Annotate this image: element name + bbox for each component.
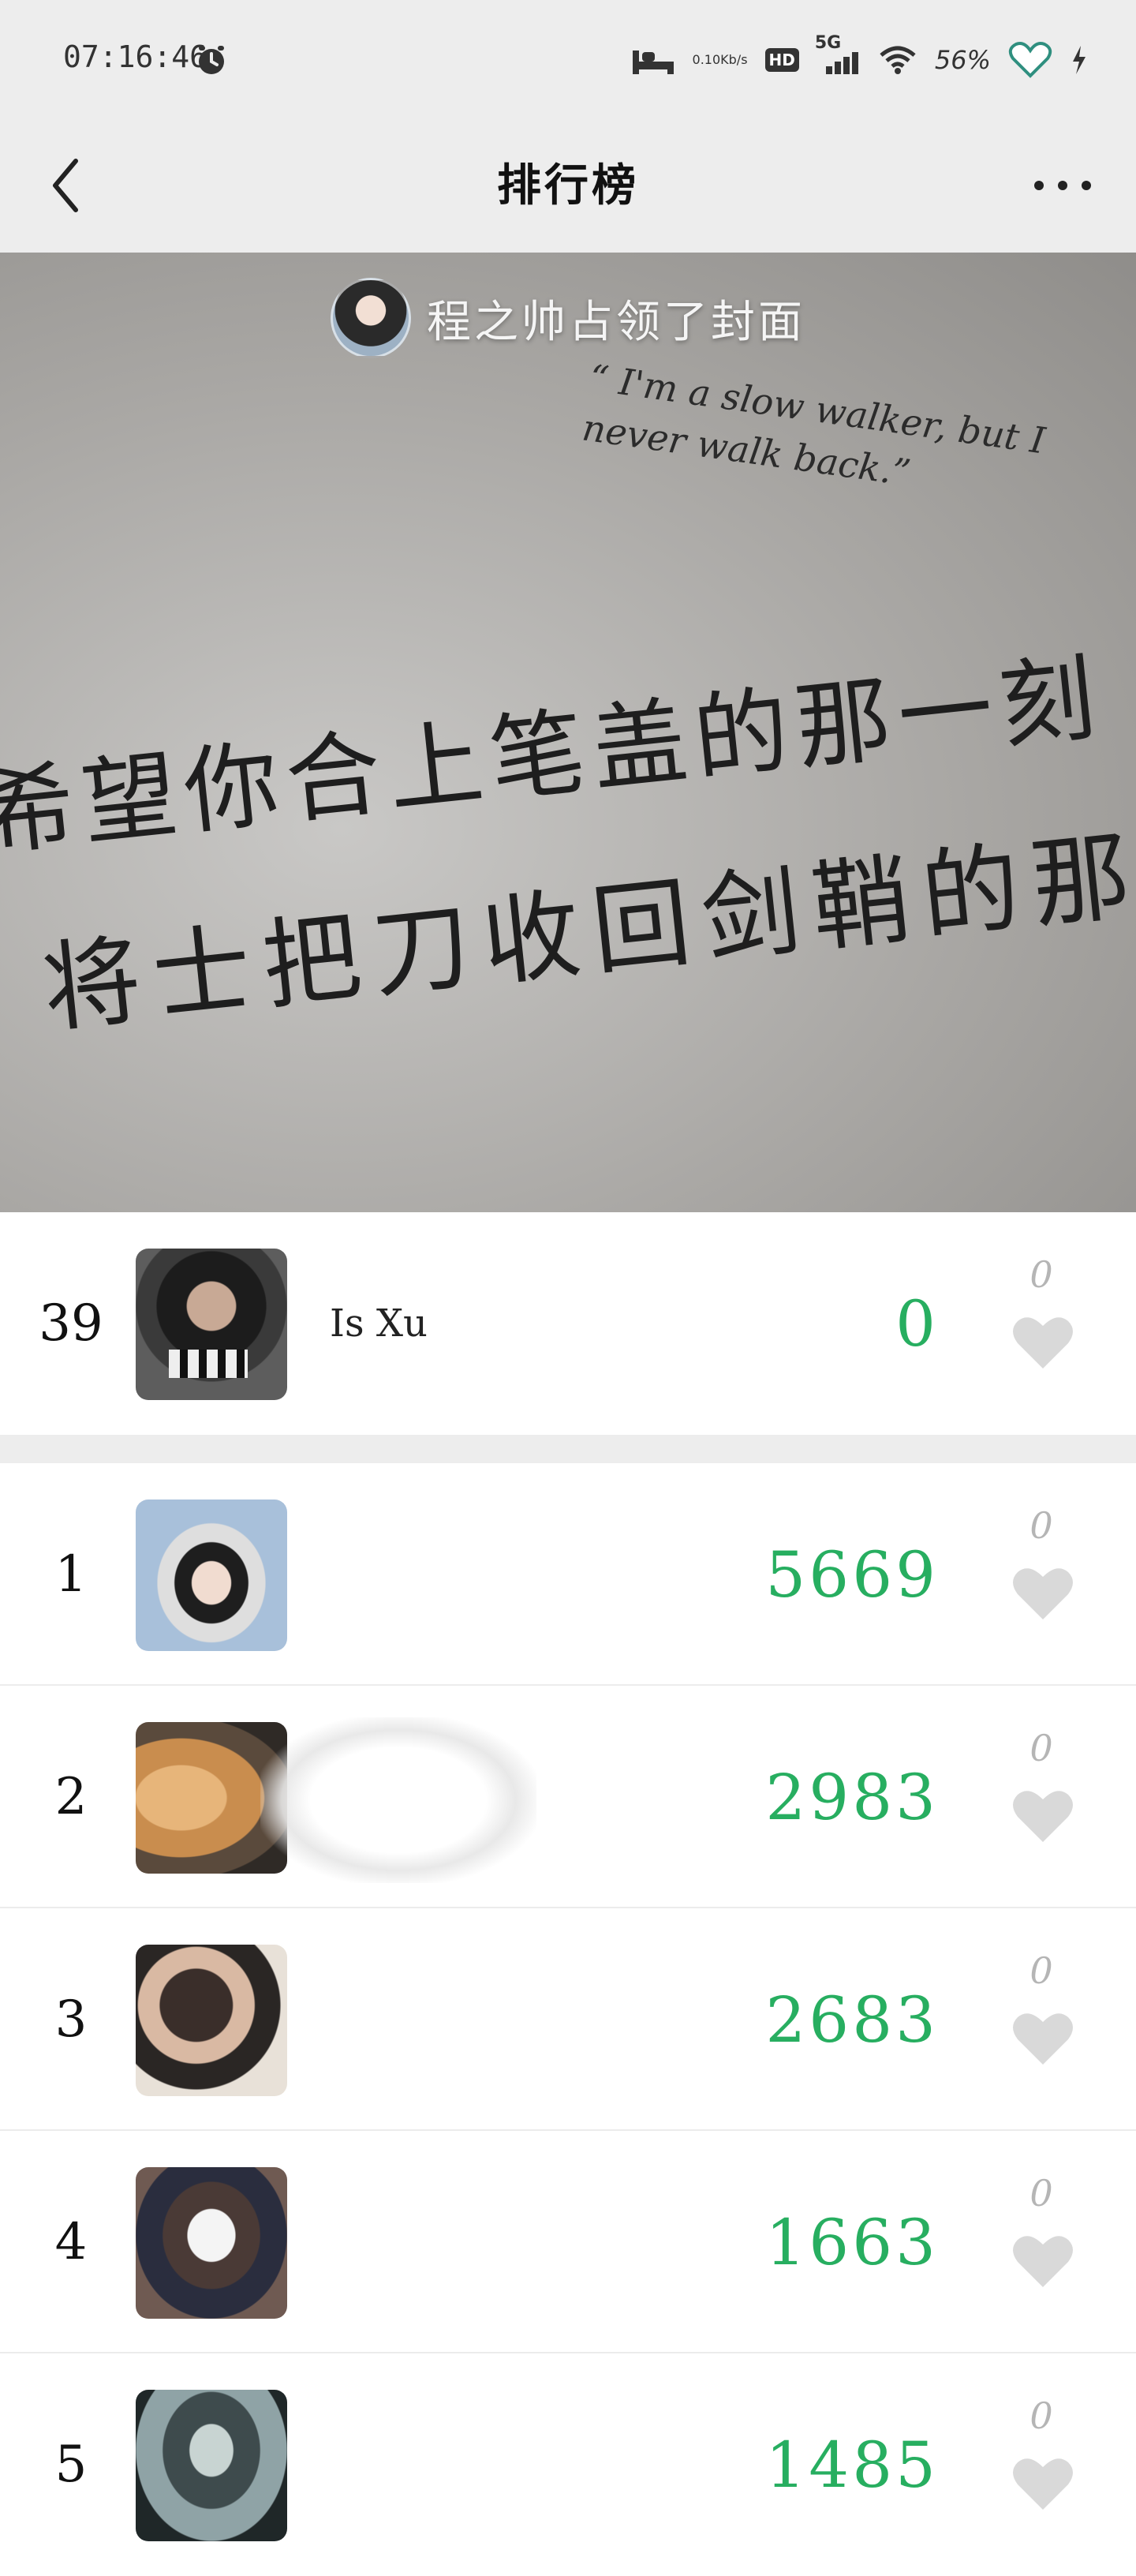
step-score: 2683 — [765, 1983, 939, 2057]
charging-bolt-icon — [1073, 46, 1086, 74]
alarm-icon — [199, 46, 224, 74]
like-count: 0 — [1030, 2172, 1053, 2215]
net-speed-value: 0.10 — [692, 52, 721, 67]
step-score: 1485 — [765, 2428, 939, 2502]
cover-banner: 程之帅占领了封面 — [0, 278, 1136, 358]
like-count: 0 — [1030, 2394, 1053, 2437]
leaderboard-row-3[interactable]: 3 2683 0 — [0, 1908, 1136, 2131]
bed-icon — [632, 51, 674, 74]
leaderboard-row-2[interactable]: 2 2983 0 — [0, 1686, 1136, 1908]
avatar[interactable] — [136, 2390, 287, 2541]
step-score: 1663 — [765, 2205, 939, 2279]
section-divider — [0, 1435, 1136, 1463]
leaderboard-row-4[interactable]: 4 1663 0 — [0, 2131, 1136, 2353]
cover-image[interactable]: 程之帅占领了封面 “ I'm a slow walker, but I neve… — [0, 253, 1136, 1212]
status-bar: 07:16:46 0.10 Kb/s HD 5G 56% — [0, 0, 1136, 118]
more-dots-icon[interactable] — [1027, 166, 1098, 205]
hd-badge: HD — [764, 48, 799, 72]
rank-number: 3 — [54, 1990, 88, 2049]
net-speed-unit: Kb/s — [720, 52, 748, 67]
heart-icon[interactable] — [1011, 2232, 1074, 2289]
cover-owner-avatar[interactable] — [331, 278, 411, 358]
rank-number: 2 — [54, 1768, 88, 1826]
avatar[interactable] — [136, 2167, 287, 2319]
like-count: 0 — [1030, 1504, 1053, 1547]
cover-quote: “ I'm a slow walker, but I never walk ba… — [579, 356, 1048, 495]
step-score: 5669 — [765, 1537, 939, 1612]
avatar[interactable] — [136, 1945, 287, 2096]
avatar[interactable] — [136, 1500, 287, 1651]
heart-icon[interactable] — [1011, 1313, 1074, 1370]
rank-number: 39 — [39, 1294, 103, 1353]
leaderboard-row-1[interactable]: 1 5669 0 — [0, 1463, 1136, 1686]
heart-icon[interactable] — [1011, 1564, 1074, 1621]
cover-banner-text: 程之帅占领了封面 — [427, 296, 805, 348]
rank-number: 5 — [54, 2436, 88, 2494]
user-name: Is Xu — [330, 1301, 428, 1346]
heart-icon[interactable] — [1011, 2454, 1074, 2511]
network-type: 5G — [814, 33, 842, 53]
status-icons: 0.10 Kb/s HD 5G 56% — [631, 33, 1089, 84]
hoodie-print — [169, 1350, 248, 1378]
avatar[interactable] — [136, 1249, 287, 1400]
leaderboard-row-5[interactable]: 5 1485 0 — [0, 2353, 1136, 2576]
nav-bar: 排行榜 — [0, 118, 1136, 253]
step-score: 0 — [895, 1286, 939, 1361]
like-count: 0 — [1030, 1253, 1053, 1296]
step-score: 2983 — [765, 1760, 939, 1834]
battery-percent: 56% — [934, 45, 991, 75]
like-count: 0 — [1030, 1949, 1053, 1992]
obscured-area — [260, 1717, 536, 1883]
rank-number: 4 — [54, 2213, 88, 2271]
status-time: 07:16:46 — [63, 39, 208, 74]
net-speed: 0.10 Kb/s — [693, 53, 748, 67]
heart-icon[interactable] — [1011, 1787, 1074, 1844]
rank-number: 1 — [54, 1545, 88, 1604]
page-title: 排行榜 — [497, 160, 639, 212]
cell-signal: 5G — [815, 33, 861, 76]
wifi-icon — [880, 46, 916, 74]
battery-heart-icon — [1008, 42, 1052, 78]
my-rank-row[interactable]: 39 Is Xu 0 0 — [0, 1212, 1136, 1435]
heart-icon[interactable] — [1011, 2009, 1074, 2066]
like-count: 0 — [1030, 1727, 1053, 1769]
